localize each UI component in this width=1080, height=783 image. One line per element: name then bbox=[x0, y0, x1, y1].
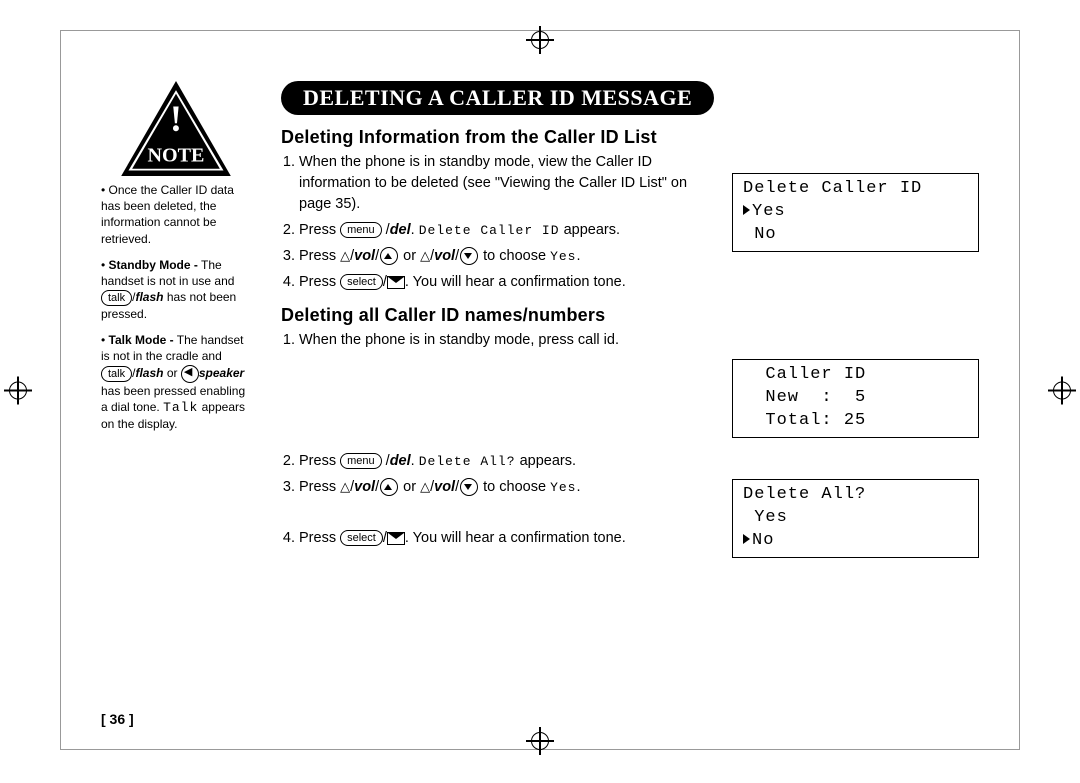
s2-step3: Press △/vol/ or △/vol/ to choose Yes. bbox=[299, 477, 711, 498]
note-bullet-standby: • Standby Mode - The handset is not in u… bbox=[101, 257, 251, 322]
section2-steps: When the phone is in standby mode, press… bbox=[299, 330, 711, 549]
note-bullet-1: • Once the Caller ID data has been delet… bbox=[101, 182, 251, 247]
vol-up-icon bbox=[380, 478, 398, 496]
vol-up-icon bbox=[380, 247, 398, 265]
ringer-icon: △ bbox=[420, 478, 430, 497]
ringer-icon: △ bbox=[420, 247, 430, 266]
note-icon: ! NOTE bbox=[121, 81, 231, 176]
ringer-icon: △ bbox=[340, 478, 350, 497]
vol-down-icon bbox=[460, 247, 478, 265]
lcd-delete-caller-id: Delete Caller ID Yes No bbox=[732, 173, 979, 252]
talk-button-icon: talk bbox=[101, 290, 132, 306]
section2-heading: Deleting all Caller ID names/numbers bbox=[281, 305, 979, 326]
envelope-icon bbox=[387, 532, 405, 545]
s1-step3: Press △/vol/ or △/vol/ to choose Yes. bbox=[299, 246, 711, 267]
main-column: DELETING A CALLER ID MESSAGE Deleting In… bbox=[281, 81, 979, 561]
crop-mark-top bbox=[531, 29, 549, 50]
lcd-caller-id-count: Caller ID New : 5 Total: 25 bbox=[732, 359, 979, 438]
manual-page: ! NOTE • Once the Caller ID data has bee… bbox=[60, 30, 1020, 750]
s2-step4: Press select/. You will hear a confirmat… bbox=[299, 528, 711, 549]
lcd-delete-all: Delete All? Yes No bbox=[732, 479, 979, 558]
section1-steps: When the phone is in standby mode, view … bbox=[299, 152, 711, 293]
s2-step1: When the phone is in standby mode, press… bbox=[299, 330, 711, 351]
svg-text:NOTE: NOTE bbox=[148, 144, 205, 166]
speaker-icon bbox=[181, 365, 199, 383]
s1-step1: When the phone is in standby mode, view … bbox=[299, 152, 711, 215]
crop-mark-left bbox=[9, 380, 27, 401]
crop-mark-right bbox=[1053, 380, 1071, 401]
talk-button-icon: talk bbox=[101, 366, 132, 382]
menu-button-icon: menu bbox=[340, 222, 382, 238]
section1-heading: Deleting Information from the Caller ID … bbox=[281, 127, 979, 148]
note-bullet-talk: • Talk Mode - The handset is not in the … bbox=[101, 332, 251, 432]
s2-step2: Press menu /del. Delete All? appears. bbox=[299, 451, 711, 472]
select-button-icon: select bbox=[340, 530, 383, 546]
vol-down-icon bbox=[460, 478, 478, 496]
crop-mark-bottom bbox=[531, 730, 549, 751]
envelope-icon bbox=[387, 276, 405, 289]
page-title-banner: DELETING A CALLER ID MESSAGE bbox=[281, 81, 714, 115]
s1-step4: Press select/. You will hear a confirmat… bbox=[299, 272, 711, 293]
ringer-icon: △ bbox=[340, 247, 350, 266]
page-number: [ 36 ] bbox=[101, 711, 134, 727]
s1-step2: Press menu /del. Delete Caller ID appear… bbox=[299, 220, 711, 241]
menu-button-icon: menu bbox=[340, 453, 382, 469]
note-column: ! NOTE • Once the Caller ID data has bee… bbox=[101, 81, 251, 561]
select-button-icon: select bbox=[340, 274, 383, 290]
svg-text:!: ! bbox=[170, 98, 182, 139]
